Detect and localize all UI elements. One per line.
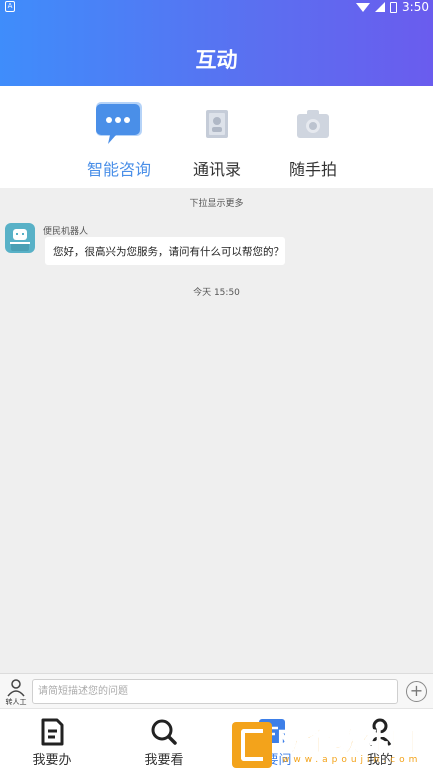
notification-icon: A <box>5 1 15 12</box>
nav-label: 我要办 <box>32 753 72 768</box>
pull-to-load-hint: 下拉显示更多 <box>189 199 244 209</box>
nav-item-view[interactable]: 我要看 <box>124 709 204 772</box>
add-attachment-button[interactable]: + <box>406 681 427 702</box>
app-header: A 3:50 互动 <box>0 0 433 86</box>
camera-icon <box>297 110 329 138</box>
robot-icon <box>10 229 30 251</box>
watermark-logo-icon <box>232 722 272 768</box>
cellular-icon <box>375 2 386 12</box>
wifi-icon <box>356 2 371 12</box>
contact-book-icon <box>206 110 228 138</box>
person-agent-icon <box>7 679 25 697</box>
feature-tabs: 智能咨询 通讯录 随手拍 <box>0 86 433 188</box>
tab-snapshot[interactable]: 随手拍 <box>268 86 358 188</box>
status-time: 3:50 <box>402 0 429 14</box>
page-title: 互动 <box>195 48 238 72</box>
tab-label: 智能咨询 <box>86 160 151 179</box>
nav-item-handle[interactable]: 我要办 <box>12 709 92 772</box>
chat-timestamp: 今天 15:50 <box>193 288 240 298</box>
tab-smart-consult[interactable]: 智能咨询 <box>74 86 164 188</box>
status-bar: A 3:50 <box>0 0 433 14</box>
message-input-bar: 转人工 + <box>0 673 433 708</box>
bot-avatar <box>5 223 35 253</box>
transfer-agent-label: 转人工 <box>5 698 27 706</box>
document-icon <box>41 718 64 746</box>
watermark-url: www.apoujin.com <box>282 755 422 765</box>
nav-label: 我要看 <box>144 753 184 768</box>
bot-message-bubble: 您好，很高兴为您服务，请问有什么可以帮您的？ <box>45 237 285 265</box>
tab-label: 通讯录 <box>192 160 241 179</box>
search-icon <box>151 719 177 745</box>
bot-name: 便民机器人 <box>43 227 89 237</box>
tab-contacts[interactable]: 通讯录 <box>172 86 262 188</box>
watermark: 欧金软件园 www.apoujin.com <box>232 722 428 768</box>
watermark-text: 欧金软件园 <box>277 728 419 759</box>
battery-icon <box>390 1 398 13</box>
tab-label: 随手拍 <box>288 160 337 179</box>
message-input[interactable] <box>32 679 398 704</box>
chat-bubble-icon <box>96 102 142 144</box>
transfer-agent-button[interactable]: 转人工 <box>3 677 29 707</box>
